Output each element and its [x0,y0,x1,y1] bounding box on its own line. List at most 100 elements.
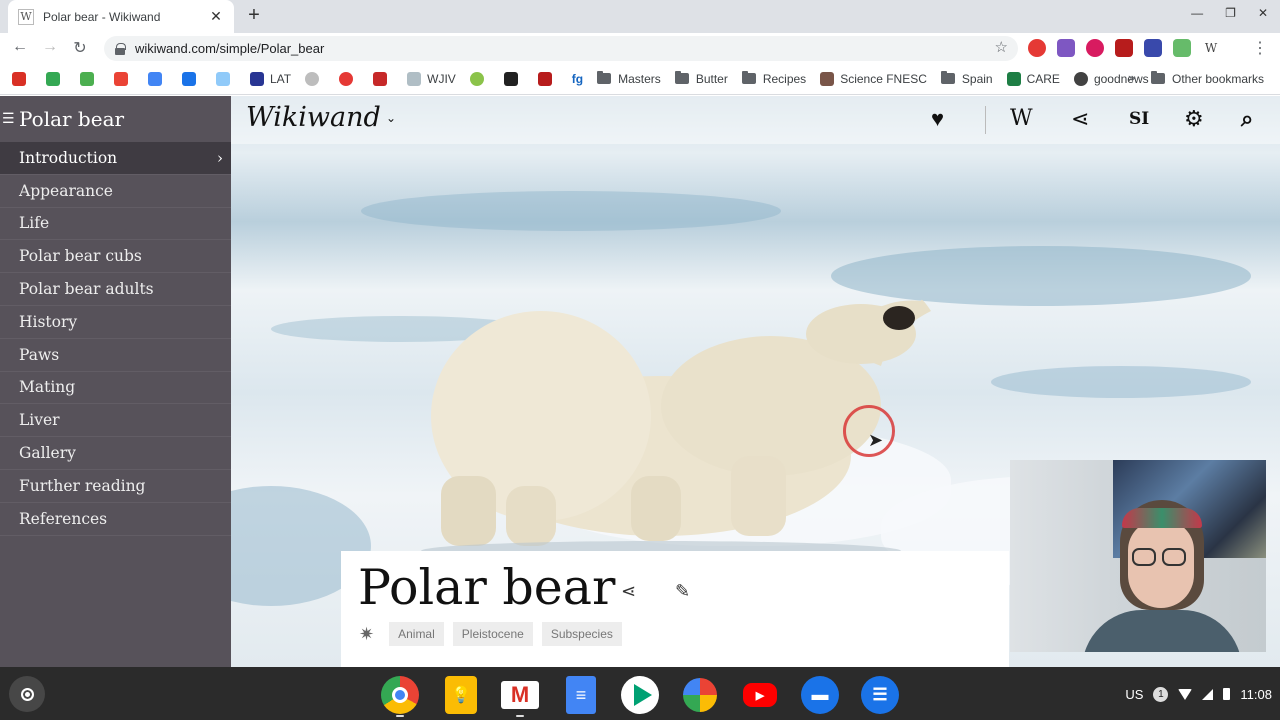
toc-item-polar-bear-adults[interactable]: Polar bear adults [0,273,231,306]
bookmark-label: Spain [961,71,993,86]
bookmark-favicon-icon [1073,71,1088,86]
bookmark-item[interactable] [12,71,32,86]
share-icon[interactable]: ⋖ [621,581,636,602]
bookmark-item[interactable] [305,71,325,86]
toc-item-liver[interactable]: Liver [0,404,231,438]
bookmark-care[interactable]: CARE [1006,71,1060,86]
bookmark-item[interactable] [373,71,393,86]
language-button[interactable]: SI [1129,109,1149,129]
bookmark-item[interactable] [216,71,236,86]
toc-item-label: Liver [19,411,60,430]
wikipedia-icon[interactable]: W [1010,106,1033,131]
wikiwand-logo[interactable]: Wikiwand [246,102,381,133]
bookmark-favicon-icon [114,71,128,86]
bookmark-label: Butter [695,71,728,86]
bookmark-fg[interactable]: fg [572,72,583,86]
play-store-icon [621,676,659,714]
bookmark-star-icon[interactable]: ☆ [995,38,1008,56]
toc-item-gallery[interactable]: Gallery [0,437,231,470]
bookmark-item[interactable] [503,71,524,86]
pencil-icon[interactable]: ✎ [675,581,690,602]
bookmark-item[interactable] [114,71,134,86]
presenter-headband [1122,508,1202,528]
gear-icon[interactable]: ⚙ [1184,106,1204,132]
bookmark-favicon-icon [469,71,484,86]
restore-icon[interactable]: ❐ [1225,6,1236,20]
toc-item-references[interactable]: References [0,503,231,536]
close-tab-icon[interactable]: ✕ [208,8,224,25]
messages-app[interactable]: ☰ [861,676,899,714]
tag-pleistocene[interactable]: Pleistocene [452,622,533,646]
folder-icon [597,71,612,84]
bookmark-favicon-icon [46,71,60,86]
bookmark-folder-masters[interactable]: Masters [597,71,661,86]
bookmark-science-fnesc[interactable]: Science FNESC [820,71,927,86]
bookmark-item[interactable] [537,71,558,86]
bookmark-item[interactable] [339,71,359,86]
search-icon[interactable]: ⌕ [1241,106,1253,132]
toc-item-life[interactable]: Life [0,208,231,241]
tag-animal[interactable]: Animal [389,622,444,646]
browser-menu-icon[interactable]: ⋮ [1252,38,1268,58]
address-bar[interactable]: wikiwand.com/simple/Polar_bear ☆ [104,36,1018,61]
toc-item-polar-bear-cubs[interactable]: Polar bear cubs [0,240,231,274]
bookmark-lat[interactable]: LAT [250,71,291,86]
share-icon[interactable]: ⋖ [1071,106,1089,132]
other-bookmarks[interactable]: Other bookmarks [1151,63,1264,94]
extension-icon[interactable] [1173,39,1191,57]
bookmark-item[interactable] [182,71,202,86]
back-icon[interactable]: ← [10,38,30,56]
bookmark-folder-recipes[interactable]: Recipes [741,71,806,86]
photos-app[interactable] [681,676,719,714]
toc-item-history[interactable]: History [0,306,231,339]
toc-item-mating[interactable]: Mating [0,372,231,405]
table-of-contents: ☰ Polar bear Introduction › Appearance L… [0,96,231,667]
extension-icon[interactable] [1144,39,1162,57]
reload-icon[interactable]: ↻ [70,38,90,58]
clock: 11:08 [1240,686,1272,702]
toc-item-introduction[interactable]: Introduction › [0,142,231,175]
bookmark-label: goodnews [1093,71,1149,86]
bookmark-item[interactable] [148,71,168,86]
toc-item-further-reading[interactable]: Further reading [0,470,231,503]
docs-app[interactable]: ≡ [562,676,600,714]
bookmark-item[interactable] [80,71,100,86]
minimize-icon[interactable]: — [1191,6,1203,20]
forward-icon[interactable]: → [40,38,60,56]
bookmark-folder-butter[interactable]: Butter [674,71,728,86]
bookmark-item[interactable] [46,71,66,86]
extension-icon[interactable] [1028,39,1046,57]
gmail-app[interactable]: M [501,676,539,714]
sidebar-header[interactable]: ☰ Polar bear [0,96,231,142]
system-tray[interactable]: US 1 11:08 [1125,679,1272,709]
bookmark-folder-spain[interactable]: Spain [940,71,993,86]
youtube-app[interactable]: ▶ [741,676,779,714]
extension-icon[interactable] [1057,39,1075,57]
toc-item-paws[interactable]: Paws [0,339,231,372]
close-window-icon[interactable]: ✕ [1258,6,1268,20]
chrome-app[interactable] [381,676,419,714]
files-app[interactable]: ▬ [801,676,839,714]
folder-icon [674,71,689,84]
browser-tab[interactable]: W Polar bear - Wikiwand ✕ [8,0,234,33]
gmail-icon: M [501,681,539,709]
bookmark-item[interactable] [469,71,490,86]
bookmark-goodnews[interactable]: goodnews [1073,71,1149,86]
tag-subspecies[interactable]: Subspecies [541,622,622,646]
menu-icon[interactable]: ☰ [2,111,18,127]
wikiwand-extension-icon[interactable]: W [1202,39,1220,57]
bookmark-favicon-icon [407,71,422,86]
play-store-app[interactable] [621,676,659,714]
extension-icon[interactable] [1086,39,1104,57]
launcher-button[interactable] [9,676,45,712]
toc-item-appearance[interactable]: Appearance [0,175,231,208]
new-tab-icon[interactable]: + [244,4,264,27]
bookmark-wjiv[interactable]: WJIV [407,71,456,86]
folder-icon [741,71,756,84]
keep-app[interactable]: 💡 [442,676,480,714]
more-bookmarks-icon[interactable]: » [1128,70,1135,85]
extension-icon[interactable] [1115,39,1133,57]
browser-tabstrip: W Polar bear - Wikiwand ✕ + — ❐ ✕ [0,0,1280,33]
donate-heart-icon[interactable]: ♥ [931,106,944,132]
chevron-down-icon[interactable]: ⌄ [386,111,396,125]
